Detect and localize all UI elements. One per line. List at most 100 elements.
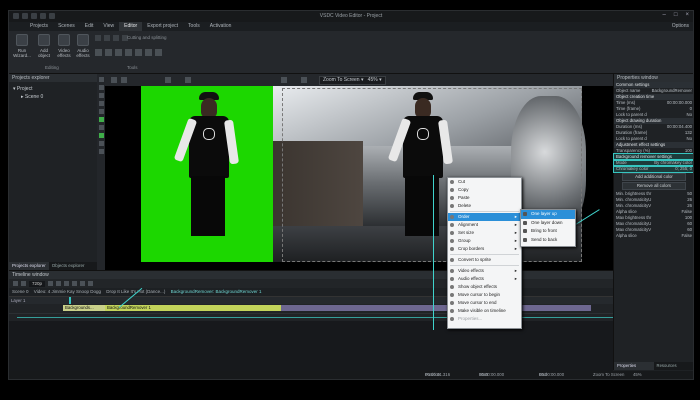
minimize-icon[interactable]: –: [663, 12, 666, 18]
context-menu-item[interactable]: Paste: [448, 194, 521, 202]
rotate-right-icon[interactable]: [125, 49, 132, 56]
effects-tool-icon[interactable]: [98, 141, 104, 146]
context-menu-item[interactable]: Convert to sprite: [448, 256, 521, 264]
menu-item-label: Paste: [458, 195, 470, 200]
tree-item-project[interactable]: ▾ Project: [13, 85, 93, 93]
prev-frame-icon[interactable]: [72, 281, 78, 286]
status-zoom[interactable]: Zoom To Screen: [593, 371, 624, 379]
context-menu-item[interactable]: Alignment ▸: [448, 221, 521, 229]
shape-tool-icon[interactable]: [98, 101, 104, 106]
run-wizard-button[interactable]: Run Wizard...: [12, 34, 32, 58]
context-menu-item[interactable]: Audio effects ▸: [448, 275, 521, 283]
menu-projects[interactable]: Projects: [25, 22, 53, 31]
fps-select[interactable]: 720p: [29, 280, 46, 287]
move-icon[interactable]: [121, 77, 127, 83]
maximize-icon[interactable]: □: [674, 12, 678, 18]
status-zoom-pct[interactable]: 45%: [633, 371, 642, 379]
zoom-mode: Zoom To Screen: [323, 77, 360, 83]
property-row[interactable]: Alpha slice False: [614, 233, 693, 239]
magnet-icon[interactable]: [281, 77, 287, 83]
tab-projects-explorer[interactable]: Projects explorer: [9, 262, 49, 270]
submenu-item[interactable]: One layer down: [521, 219, 575, 228]
playhead[interactable]: [69, 297, 71, 304]
submenu-item[interactable]: Bring to front: [521, 227, 575, 236]
context-menu-item[interactable]: Cut: [448, 178, 521, 186]
play-icon[interactable]: [48, 281, 54, 286]
context-menu-item[interactable]: Move cursor to end: [448, 299, 521, 307]
context-menu-item[interactable]: Properties...: [448, 315, 521, 323]
stop-icon[interactable]: [64, 281, 70, 286]
layout-icon[interactable]: [111, 77, 117, 83]
tab-objects-explorer[interactable]: Objects explorer: [49, 262, 88, 270]
context-menu-item[interactable]: Delete: [448, 202, 521, 210]
close-icon[interactable]: ×: [685, 12, 689, 18]
context-menu-item[interactable]: Show object effects: [448, 283, 521, 291]
context-menu-item[interactable]: Crop borders ▸: [448, 245, 521, 253]
cut-icon[interactable]: [95, 35, 101, 41]
crop-icon[interactable]: [95, 49, 102, 56]
clip-backgrounds[interactable]: Backgrounds...: [63, 305, 105, 311]
property-row[interactable]: Chromakey color 0; 255; 0: [613, 165, 693, 173]
copy-icon[interactable]: [104, 35, 110, 41]
hand-icon[interactable]: [98, 85, 104, 90]
submenu-item[interactable]: Send to back: [521, 236, 575, 245]
zoom-select[interactable]: Zoom To Screen ▾ 45% ▾: [319, 76, 386, 85]
submenu-arrow-icon: ▸: [514, 276, 517, 281]
timeline-ruler[interactable]: Layer 1: [9, 296, 613, 304]
timeline-track[interactable]: Backgrounds... BackgroundRemover 1: [9, 304, 613, 314]
pause-icon[interactable]: [56, 281, 62, 286]
mask-tool-icon[interactable]: [98, 149, 104, 154]
chart-tool-icon[interactable]: [98, 117, 104, 122]
eye-icon[interactable]: [301, 77, 307, 83]
pointer-icon[interactable]: [98, 77, 104, 82]
tab-resources-window[interactable]: Resources window: [654, 362, 693, 376]
align-icon[interactable]: [145, 49, 152, 56]
context-menu-item[interactable]: Move cursor to begin: [448, 291, 521, 299]
image-tool-icon[interactable]: [98, 109, 104, 114]
text-tool-icon[interactable]: [98, 93, 104, 98]
tab-properties-window[interactable]: Properties window: [614, 362, 654, 376]
rotate-left-icon[interactable]: [115, 49, 122, 56]
menu-scenes[interactable]: Scenes: [53, 22, 80, 31]
context-menu-item[interactable]: Make visible on timeline: [448, 307, 521, 315]
next-frame-icon[interactable]: [80, 281, 86, 286]
crumb-scene[interactable]: Scene 0: [12, 289, 29, 294]
menu-edit[interactable]: Edit: [80, 22, 99, 31]
context-menu-item[interactable]: Set size ▸: [448, 229, 521, 237]
start-value: 00:00:00.000: [479, 372, 505, 377]
video-effects-button[interactable]: Video effects: [54, 34, 74, 58]
options-link[interactable]: Options: [672, 22, 689, 31]
properties-title: Properties window: [614, 74, 693, 82]
grid-icon[interactable]: [165, 77, 171, 83]
menu-view[interactable]: View: [98, 22, 119, 31]
sprite-tool-icon[interactable]: [98, 133, 104, 138]
volume-icon[interactable]: [88, 281, 94, 286]
context-menu-item[interactable]: Copy: [448, 186, 521, 194]
menu-editor[interactable]: Editor: [119, 22, 143, 31]
timeline-grid-icon[interactable]: [13, 281, 18, 286]
group-icon[interactable]: [155, 49, 162, 56]
clip-bgremover[interactable]: BackgroundRemover 1: [105, 305, 283, 311]
audio-effects-button[interactable]: Audio effects: [73, 34, 93, 58]
property-button[interactable]: Remove all colors: [622, 182, 686, 190]
audio-tool-icon[interactable]: [98, 125, 104, 130]
greenscreen-clip[interactable]: [141, 86, 273, 262]
menu-activation[interactable]: Activation: [205, 22, 237, 31]
menu-export-project[interactable]: Export project: [142, 22, 183, 31]
menu-tools[interactable]: Tools: [183, 22, 205, 31]
context-menu-item[interactable]: Video effects ▸: [448, 267, 521, 275]
add-object-button[interactable]: Add object: [34, 34, 54, 58]
snap-icon[interactable]: [185, 77, 191, 83]
clip-video-track[interactable]: [281, 305, 591, 311]
context-menu-item[interactable]: Group ▸: [448, 237, 521, 245]
property-button[interactable]: Add additional color: [622, 173, 686, 181]
split-icon[interactable]: [105, 49, 112, 56]
flip-icon[interactable]: [135, 49, 142, 56]
context-menu-item[interactable]: Order ▸: [448, 213, 521, 221]
crumb-video[interactable]: Video: 4 Jimmie Kay Snoop Dogg: [34, 289, 101, 294]
timeline-lock-icon[interactable]: [21, 281, 26, 286]
tree-item-scene[interactable]: ▸ Scene 0: [13, 93, 93, 101]
crumb-bgremover[interactable]: BackgroundRemover: BackgroundRemover 1: [171, 289, 262, 294]
paste-icon[interactable]: [113, 35, 119, 41]
submenu-item[interactable]: One layer up: [521, 210, 575, 219]
